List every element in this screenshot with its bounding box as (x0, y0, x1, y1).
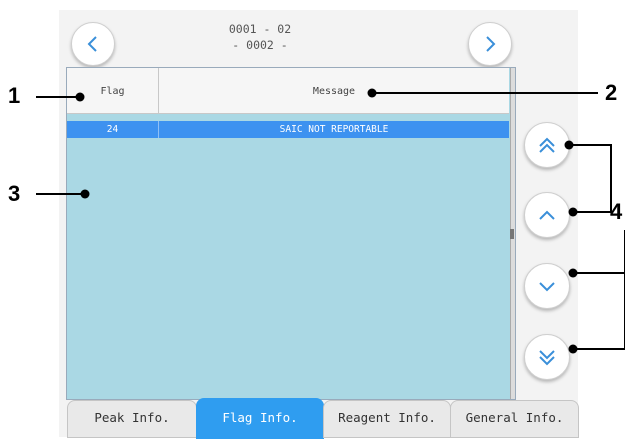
callout-1: 1 (8, 83, 21, 108)
callout-4: 4 (610, 199, 623, 224)
callout-3: 3 (8, 181, 21, 206)
callout-dot-1 (75, 92, 85, 102)
callout-dot-4c (568, 268, 578, 278)
callout-2: 2 (605, 80, 618, 105)
callout-lines (36, 88, 625, 354)
callout-dot-4a (564, 140, 574, 150)
callout-dot-4d (568, 344, 578, 354)
callout-dot-2 (367, 88, 377, 98)
callout-dot-3 (80, 189, 90, 199)
callout-dot-4b (568, 207, 578, 217)
